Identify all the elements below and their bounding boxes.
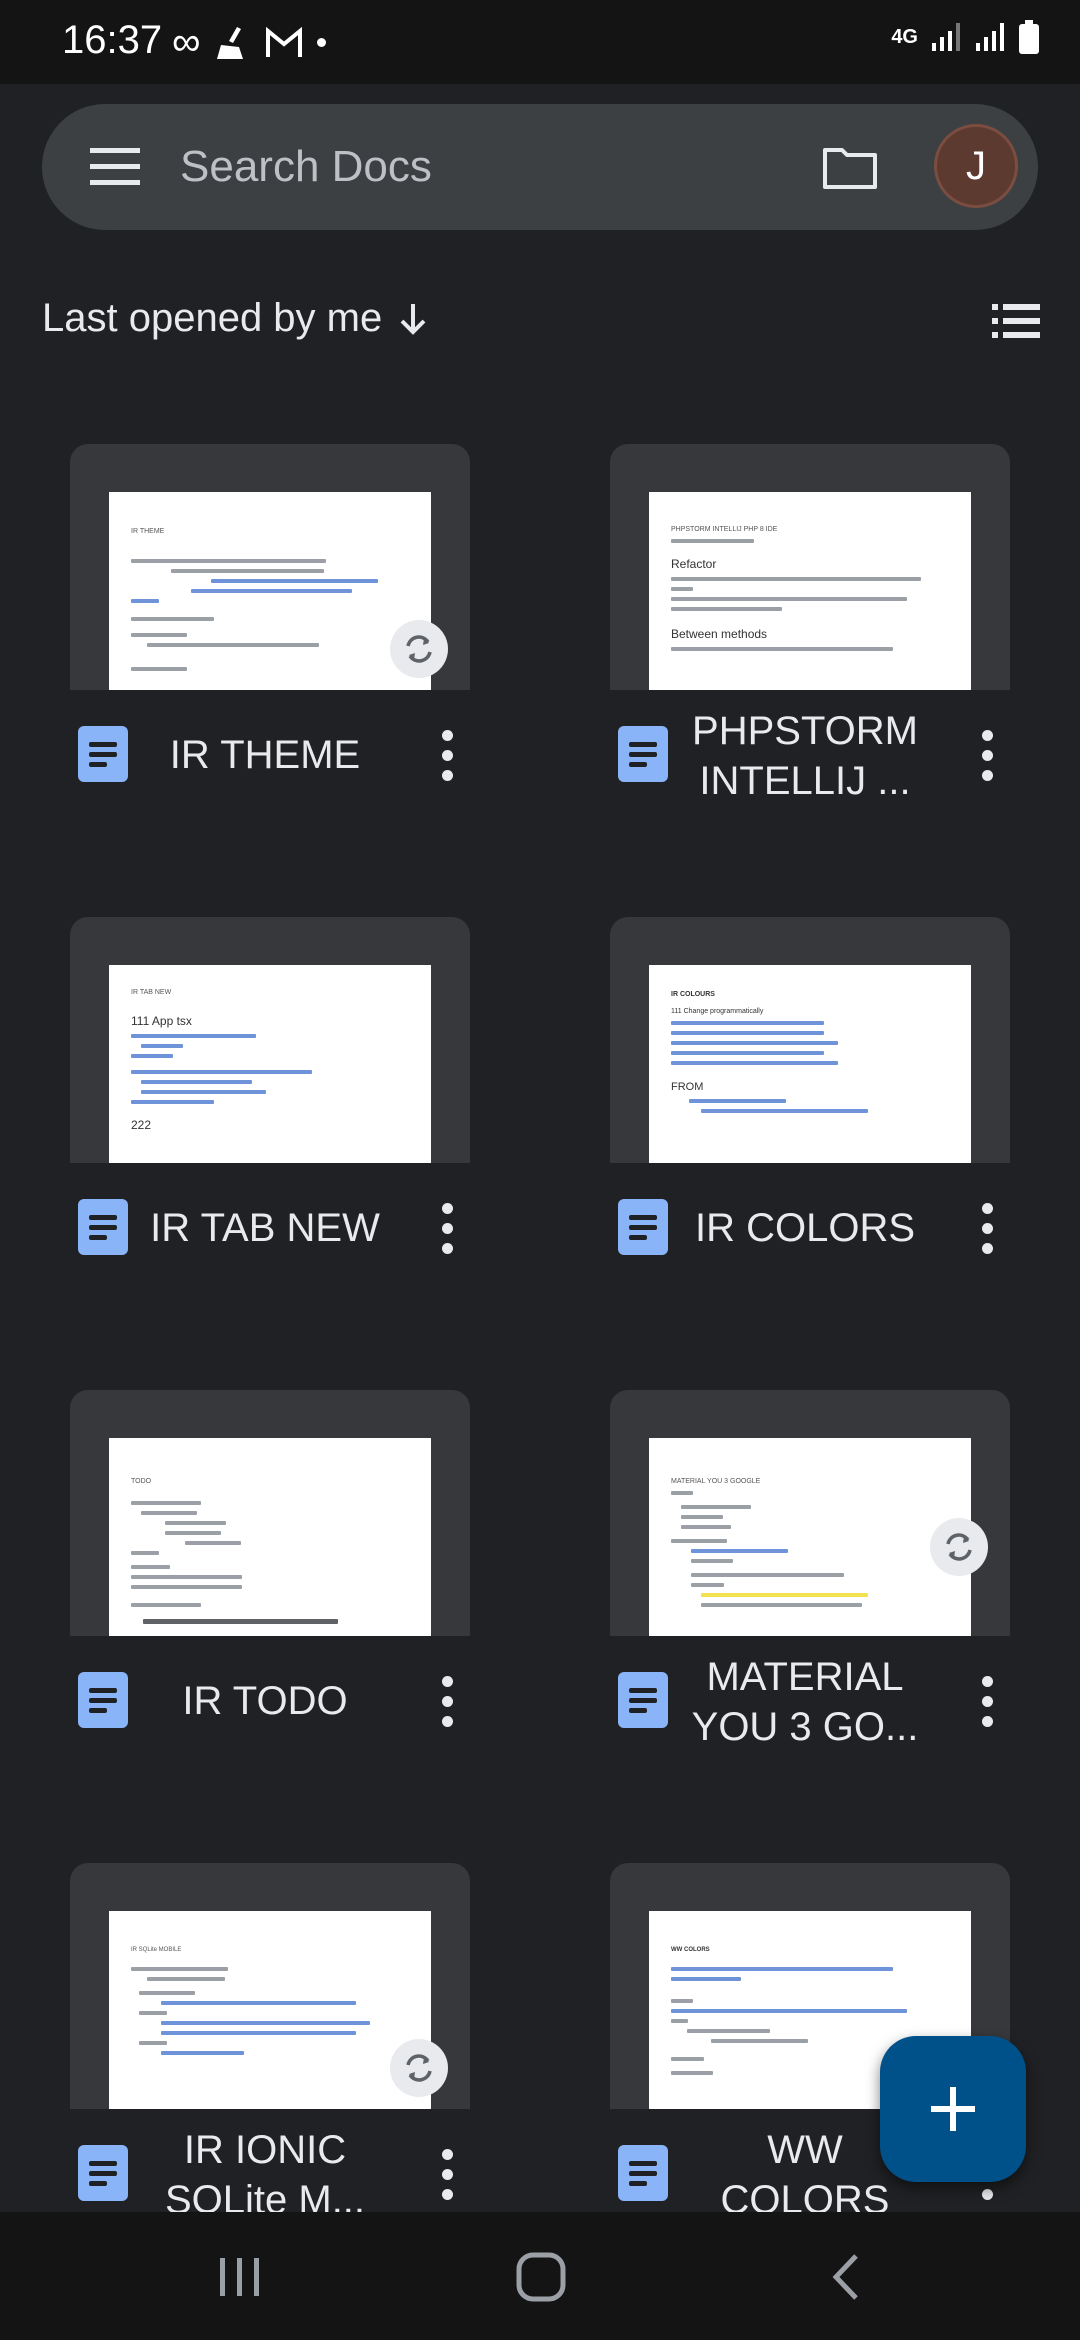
preview-heading: IR COLOURS [671, 991, 715, 998]
page-preview: IR SQLite MOBILE [109, 1911, 431, 2109]
google-docs-icon [78, 1199, 128, 1255]
page-preview: TODO [109, 1438, 431, 1636]
page-preview: PHPSTORM INTELLIJ PHP 8 IDE Refactor Bet… [649, 492, 971, 690]
new-document-button[interactable] [880, 2036, 1026, 2182]
more-options-icon[interactable] [982, 1203, 994, 1255]
document-thumbnail[interactable]: IR COLOURS 111 Change programmatically F… [610, 917, 1010, 1163]
sort-selector[interactable]: Last opened by me [42, 296, 428, 341]
preview-heading: IR SQLite MOBILE [131, 1947, 182, 1953]
document-thumbnail[interactable]: IR SQLite MOBILE [70, 1863, 470, 2109]
folder-icon[interactable] [822, 144, 878, 190]
preview-subheading: Refactor [671, 557, 717, 571]
gmail-icon [265, 26, 302, 57]
more-options-icon[interactable] [982, 1676, 994, 1728]
google-docs-icon [78, 2145, 128, 2201]
document-thumbnail[interactable]: MATERIAL YOU 3 GOOGLE [610, 1390, 1010, 1636]
page-preview: IR THEME [109, 492, 431, 690]
preview-heading: MATERIAL YOU 3 GOOGLE [671, 1478, 761, 1485]
document-card[interactable]: IR THEME IR THEME [70, 444, 470, 917]
preview-subheading: 111 Change programmatically [671, 1008, 764, 1015]
network-type: 4G [891, 26, 918, 48]
arrow-down-icon [400, 303, 426, 335]
preview-heading: WW COLORS [671, 1947, 710, 1953]
document-card[interactable]: IR TAB NEW 111 App tsx 222 IR TAB NEW [70, 917, 470, 1390]
home-icon[interactable] [516, 2252, 566, 2302]
google-docs-icon [618, 1672, 668, 1728]
preview-subheading-2: FROM [671, 1081, 704, 1093]
preview-heading: IR TAB NEW [131, 989, 172, 996]
recent-apps-icon[interactable] [218, 2256, 262, 2298]
more-options-icon[interactable] [982, 730, 994, 782]
document-card[interactable]: TODO IR TODO [70, 1390, 470, 1863]
battery-icon [1019, 20, 1039, 54]
list-view-icon[interactable] [992, 304, 1040, 338]
avatar-initial: J [966, 143, 986, 188]
preview-heading: TODO [131, 1478, 152, 1485]
infinity-icon: ∞ [172, 20, 201, 64]
document-thumbnail[interactable]: TODO [70, 1390, 470, 1636]
sort-label: Last opened by me [42, 296, 383, 340]
document-thumbnail[interactable]: IR THEME [70, 444, 470, 690]
notification-icons: ∞ [172, 20, 326, 65]
preview-heading: PHPSTORM INTELLIJ PHP 8 IDE [671, 526, 778, 533]
sync-icon [390, 2039, 448, 2097]
document-card[interactable]: PHPSTORM INTELLIJ PHP 8 IDE Refactor Bet… [610, 444, 1010, 917]
sync-icon [390, 620, 448, 678]
document-title[interactable]: IR TODO [140, 1676, 390, 1726]
system-nav-bar [0, 2212, 1080, 2340]
page-preview: IR TAB NEW 111 App tsx 222 [109, 965, 431, 1163]
sync-icon [930, 1518, 988, 1576]
system-icons: 4G [891, 20, 1040, 54]
google-docs-icon [618, 2145, 668, 2201]
plus-icon [931, 2087, 975, 2131]
document-title[interactable]: IR IONIC SQLite M... [140, 2125, 390, 2225]
more-options-icon[interactable] [442, 1676, 454, 1728]
broom-icon [216, 26, 243, 59]
signal-icon [932, 23, 960, 51]
google-docs-icon [618, 1199, 668, 1255]
document-thumbnail[interactable]: IR TAB NEW 111 App tsx 222 [70, 917, 470, 1163]
google-docs-icon [78, 1672, 128, 1728]
preview-subheading-2: 222 [131, 1118, 152, 1132]
page-preview: IR COLOURS 111 Change programmatically F… [649, 965, 971, 1163]
google-docs-icon [618, 726, 668, 782]
document-thumbnail[interactable]: PHPSTORM INTELLIJ PHP 8 IDE Refactor Bet… [610, 444, 1010, 690]
document-title[interactable]: MATERIAL YOU 3 GO... [680, 1652, 930, 1752]
status-bar: 16:37 ∞ 4G [0, 0, 1080, 84]
page-preview: MATERIAL YOU 3 GOOGLE [649, 1438, 971, 1636]
document-card[interactable]: IR COLOURS 111 Change programmatically F… [610, 917, 1010, 1390]
menu-icon[interactable] [90, 148, 140, 186]
preview-subheading-2: Between methods [671, 627, 768, 641]
document-title[interactable]: IR COLORS [680, 1203, 930, 1253]
search-bar[interactable]: Search Docs J [42, 104, 1038, 230]
search-input[interactable]: Search Docs [180, 142, 432, 192]
more-notifications-dot [316, 38, 326, 47]
google-docs-icon [78, 726, 128, 782]
document-title[interactable]: IR TAB NEW [140, 1203, 390, 1253]
back-icon[interactable] [828, 2252, 862, 2302]
status-time: 16:37 [62, 18, 163, 62]
preview-heading: IR THEME [131, 528, 165, 535]
more-options-icon[interactable] [442, 2149, 454, 2201]
signal-icon-2 [976, 23, 1004, 51]
document-title[interactable]: PHPSTORM INTELLIJ ... [680, 706, 930, 806]
document-card[interactable]: MATERIAL YOU 3 GOOGLE MATERIAL YOU 3 GO.… [610, 1390, 1010, 1863]
preview-subheading: 111 App tsx [131, 1014, 192, 1028]
document-title[interactable]: IR THEME [140, 730, 390, 780]
more-options-icon[interactable] [442, 1203, 454, 1255]
avatar[interactable]: J [934, 124, 1018, 208]
more-options-icon[interactable] [442, 730, 454, 782]
